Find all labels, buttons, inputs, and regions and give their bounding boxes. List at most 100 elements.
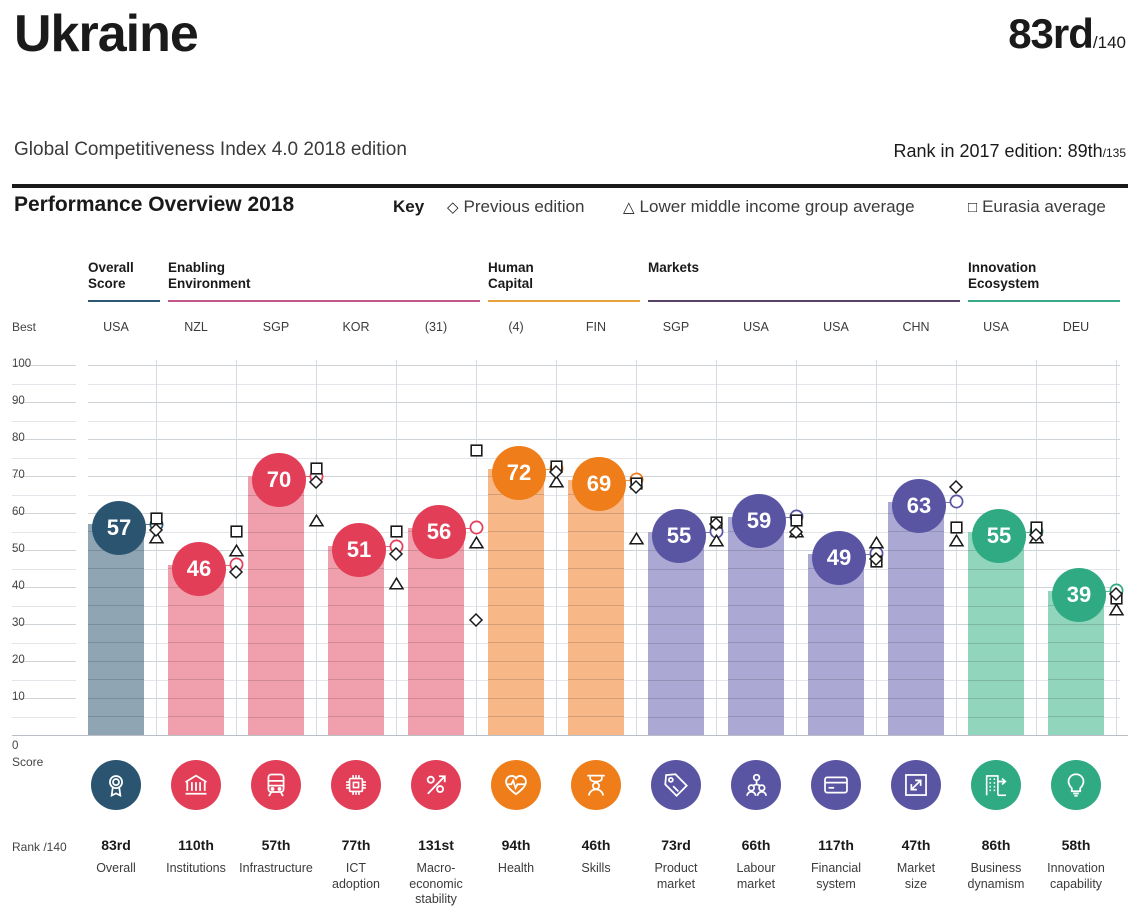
bar-stripe: [1048, 679, 1104, 681]
best-performer-ict-adoption: KOR: [342, 320, 370, 334]
bar-labour-market[interactable]: [728, 516, 784, 735]
previous-edition-marker-9: [868, 552, 884, 567]
bar-stripe: [648, 698, 704, 699]
eurasia-average-marker-2: [309, 462, 323, 475]
bar-stripe: [248, 550, 304, 551]
bar-stripe: [568, 623, 624, 625]
score-bubble-skills[interactable]: 69: [572, 456, 626, 511]
bar-stripe: [88, 568, 144, 570]
axis-tick-line: [12, 642, 76, 644]
award-icon[interactable]: [91, 760, 141, 810]
zero-axis-line: [12, 735, 1128, 736]
column-separator: [796, 360, 797, 735]
lower-middle-income-marker-4: [468, 535, 484, 549]
graduate-icon[interactable]: [571, 760, 621, 810]
lower-middle-income-marker-6: [628, 532, 644, 545]
axis-tick-line: [12, 716, 76, 718]
bar-stripe: [568, 660, 624, 662]
score-bubble-institutions[interactable]: 46: [172, 541, 226, 596]
bar-stripe: [408, 660, 464, 662]
bank-icon[interactable]: [171, 760, 221, 810]
gridline: [88, 439, 1120, 440]
bar-market-size[interactable]: [888, 501, 944, 735]
bar-stripe: [728, 642, 784, 644]
bar-stripe: [488, 605, 544, 607]
previous-edition-marker-1: [228, 565, 244, 580]
score-bubble-overall[interactable]: 57: [92, 501, 146, 556]
bar-stripe: [888, 605, 944, 607]
pillar-name-macroeconomic: Macro- economic stability: [409, 861, 463, 907]
score-bubble-infrastructure[interactable]: 70: [252, 453, 306, 507]
building-arrow-icon[interactable]: [971, 760, 1021, 810]
eurasia-average-marker-4: [469, 443, 483, 457]
score-bubble-health[interactable]: 72: [492, 445, 546, 500]
pillar-name-ict-adoption: ICT adoption: [332, 861, 380, 891]
score-bubble-labour-market[interactable]: 59: [732, 493, 786, 548]
bar-stripe: [168, 679, 224, 681]
previous-edition-marker-7: [708, 517, 724, 532]
score-bubble-ict-adoption[interactable]: 51: [332, 523, 386, 578]
lower-middle-income-marker-9: [868, 535, 884, 549]
lower-middle-income-marker-10: [948, 534, 964, 547]
performance-chart: Overall Score Enabling Environment Human C…: [0, 0, 1140, 906]
bar-stripe: [728, 697, 784, 699]
y-axis-tick-label: 80: [12, 432, 25, 444]
score-bubble-macroeconomic[interactable]: 56: [412, 504, 466, 559]
pillar-group-underline: [968, 300, 1120, 302]
bar-infrastructure[interactable]: [248, 476, 304, 735]
train-icon[interactable]: [251, 760, 301, 810]
bar-stripe: [328, 605, 384, 607]
y-axis-tick-label: 50: [12, 543, 25, 555]
bar-stripe: [728, 586, 784, 588]
bar-skills[interactable]: [568, 479, 624, 735]
bar-stripe: [888, 679, 944, 681]
bar-stripe: [488, 642, 544, 644]
eurasia-average-marker-10: [949, 521, 963, 534]
people-icon[interactable]: [731, 760, 781, 810]
pillar-rank-ict-adoption: 77th: [341, 837, 371, 853]
score-bubble-market-size[interactable]: 63: [892, 478, 946, 533]
bar-overall[interactable]: [88, 524, 144, 735]
chip-icon[interactable]: [331, 760, 381, 810]
best-performer-overall: USA: [103, 320, 129, 334]
column-separator: [716, 360, 717, 735]
bar-stripe: [488, 531, 544, 533]
pillar-group-title: Overall Score: [88, 260, 134, 292]
pillar-name-health: Health: [497, 861, 535, 875]
score-bubble-business-dynamism[interactable]: 55: [972, 508, 1026, 563]
score-marker-macroeconomic: [469, 520, 484, 535]
bar-stripe: [488, 568, 544, 570]
lower-middle-income-marker-3: [388, 576, 404, 590]
axis-tick-line: [12, 568, 76, 570]
percent-arrow-icon[interactable]: [411, 760, 461, 810]
bar-stripe: [648, 642, 704, 644]
bar-stripes: [248, 476, 304, 735]
gridline: [88, 402, 1120, 403]
bar-stripe: [248, 624, 304, 625]
bar-stripe: [968, 716, 1024, 718]
bar-stripe: [488, 586, 544, 588]
bar-macroeconomic[interactable]: [408, 527, 464, 735]
score-bubble-financial-system[interactable]: 49: [812, 530, 866, 585]
tag-icon[interactable]: [651, 760, 701, 810]
bar-stripe: [88, 642, 144, 644]
bar-health[interactable]: [488, 468, 544, 735]
gridline: [88, 365, 1120, 366]
lower-middle-income-marker-7: [708, 534, 724, 547]
previous-edition-marker-4: [468, 613, 484, 628]
bar-stripe: [328, 697, 384, 699]
y-axis-tick-label: 40: [12, 580, 25, 592]
y-axis-tick-label: 70: [12, 469, 25, 481]
score-bubble-innovation-capability[interactable]: 39: [1052, 567, 1106, 622]
pillar-group-underline: [488, 300, 640, 302]
card-icon[interactable]: [811, 760, 861, 810]
score-bubble-product-market[interactable]: 55: [652, 508, 706, 563]
y-axis-tick-label: 60: [12, 506, 25, 518]
heartbeat-icon[interactable]: [491, 760, 541, 810]
previous-edition-marker-12: [1108, 587, 1124, 602]
bar-stripe: [408, 642, 464, 644]
expand-icon[interactable]: [891, 760, 941, 810]
pillar-name-business-dynamism: Business dynamism: [967, 861, 1025, 891]
bulb-icon[interactable]: [1051, 760, 1101, 810]
bar-stripe: [408, 605, 464, 607]
